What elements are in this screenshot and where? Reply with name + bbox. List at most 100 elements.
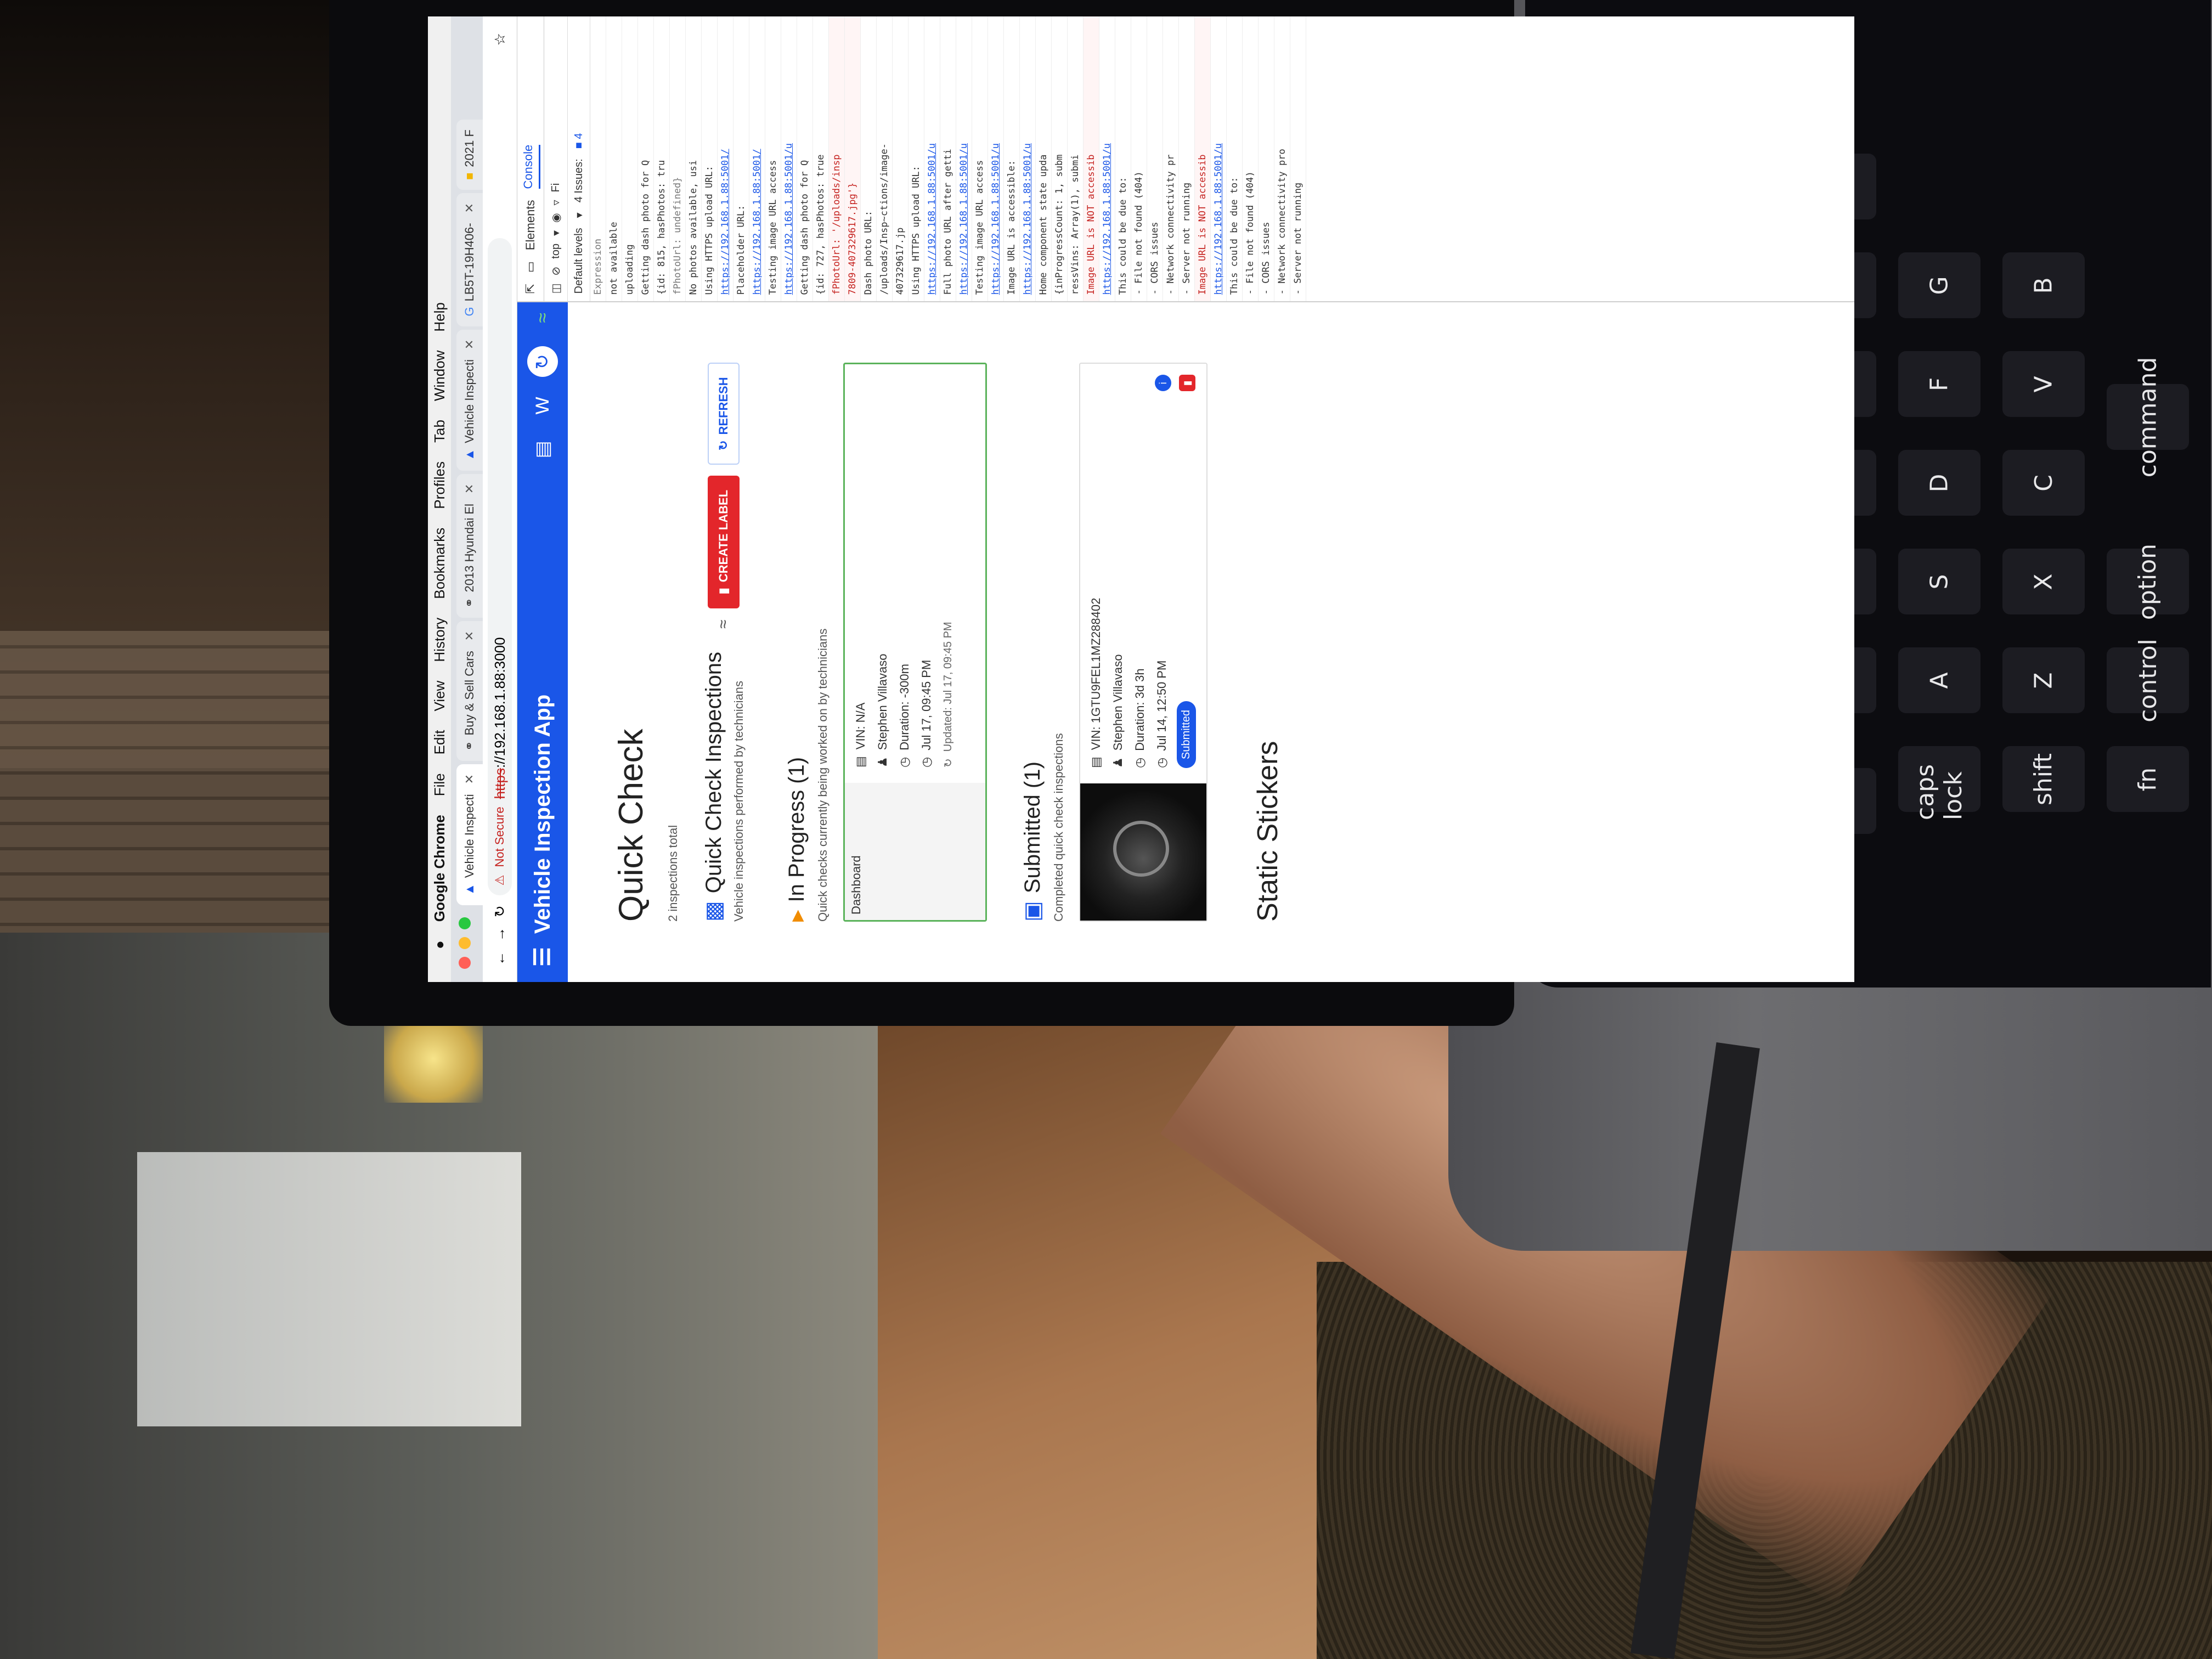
issues-label[interactable]: 4 Issues: — [573, 159, 585, 202]
apple-logo-icon[interactable]: ● — [431, 940, 448, 949]
refresh-button[interactable]: ↻ REFRESH — [708, 363, 740, 465]
clock-icon: ◷ — [1133, 757, 1147, 768]
document-list-icon[interactable]: ▤ — [527, 434, 558, 465]
clock-icon: ◷ — [898, 757, 911, 768]
tab-favicon-icon: ⚭ — [462, 741, 476, 751]
filter-icon[interactable]: ▿ — [549, 200, 563, 205]
context-select[interactable]: top — [550, 244, 562, 259]
tab-vehicle-inspection[interactable]: ▲ Vehicle Inspecti ✕ — [456, 764, 483, 905]
tab-lb5t[interactable]: G LB5T-19H406- ✕ — [456, 193, 483, 326]
console-line[interactable]: https://192.168.1.88:5001/u — [781, 16, 797, 302]
console-line[interactable]: https://192.168.1.88:5001/ — [749, 16, 765, 302]
console-line[interactable]: https://192.168.1.88:5001/u — [1211, 16, 1227, 302]
user-initial[interactable]: W — [527, 390, 558, 421]
console-line[interactable]: https://192.168.1.88:5001/u — [1020, 16, 1036, 302]
create-label-button[interactable]: ▮ CREATE LABEL — [708, 475, 740, 609]
info-icon[interactable]: i — [1155, 375, 1171, 392]
not-secure-warning-icon[interactable]: ⚠ — [493, 874, 507, 885]
sidebar-toggle-icon[interactable]: ◫ — [549, 284, 563, 294]
console-line[interactable]: https://192.168.1.88:5001/u — [988, 16, 1004, 302]
devtools-tab-console[interactable]: Console — [521, 144, 540, 189]
console-line[interactable]: https://192.168.1.88:5001/ — [718, 16, 733, 302]
close-tab-icon[interactable]: ✕ — [462, 774, 477, 784]
tab-2021[interactable]: ■ 2021 F — [456, 120, 483, 190]
filter-input[interactable]: Fi — [550, 183, 562, 193]
submitted-card[interactable]: ▤ VIN: 1GTU9FEL1MZ288402 ♟ Stephen Villava… — [1079, 363, 1207, 922]
url-host: ://192.168.1.88:3000 — [491, 637, 508, 769]
back-arrow-icon[interactable]: ← — [492, 951, 509, 966]
issues-count: 4 — [572, 133, 585, 139]
close-tab-icon[interactable]: ✕ — [462, 203, 477, 213]
menu-hamburger-icon[interactable]: ☰ — [530, 947, 555, 967]
key-label: fn — [2134, 767, 2162, 791]
menu-edit[interactable]: Edit — [431, 730, 448, 755]
console-line: - Network connectivity pro — [1274, 16, 1290, 302]
console-line: 7809-407329617.jpg'} — [845, 16, 861, 302]
not-secure-label[interactable]: Not Secure — [493, 806, 507, 867]
console-line: Full photo URL after getti — [940, 16, 956, 302]
lamp — [384, 1015, 483, 1103]
menu-window[interactable]: Window — [431, 351, 448, 401]
close-tab-icon[interactable]: ✕ — [462, 484, 477, 494]
sync-icon[interactable]: ↻ — [527, 346, 558, 377]
reload-icon[interactable]: ↻ — [492, 905, 509, 917]
tab-hyundai[interactable]: ⚭ 2013 Hyundai El ✕ — [456, 473, 483, 618]
console-output[interactable]: Expression not available uploading Getting … — [590, 16, 1306, 302]
menubar-app-name[interactable]: Google Chrome — [431, 815, 448, 922]
dashboard-photo — [1080, 783, 1206, 921]
forward-arrow-icon[interactable]: → — [492, 927, 509, 941]
tab-vehicle-inspection-2[interactable]: ▲ Vehicle Inspecti ✕ — [456, 329, 483, 471]
menu-tab[interactable]: Tab — [431, 420, 448, 443]
console-line[interactable]: https://192.168.1.88:5001/u — [1099, 16, 1115, 302]
keyboard-key: shift — [2002, 746, 2085, 812]
device-toolbar-icon[interactable]: ▭ — [523, 261, 538, 273]
minimize-window-button[interactable] — [459, 937, 471, 949]
menu-help[interactable]: Help — [431, 302, 448, 331]
date-text: Jul 14, 12:50 PM — [1155, 660, 1169, 751]
console-line: fPhotoUrl: '/uploads/insp — [829, 16, 845, 302]
chevron-down-icon[interactable]: ▾ — [549, 230, 563, 236]
menu-view[interactable]: View — [431, 681, 448, 712]
tab-buy-sell-cars[interactable]: ⚭ Buy & Sell Cars ✕ — [456, 620, 483, 761]
devtools-tab-elements[interactable]: Elements — [523, 200, 538, 250]
technician-line: ♟ Stephen Villavaso — [1111, 598, 1125, 768]
vin-text: VIN: N/A — [854, 702, 867, 750]
page-area: ☰ Vehicle Inspection App ▤ W ↻ ≈ Quick C… — [517, 16, 1854, 982]
tab-title: Buy & Sell Cars — [462, 651, 476, 736]
keyboard-key: control — [2107, 639, 2189, 722]
close-window-button[interactable] — [459, 957, 471, 969]
console-line: Image URL is accessible: — [1004, 16, 1020, 302]
console-line[interactable]: https://192.168.1.88:5001/u — [956, 16, 972, 302]
menu-file[interactable]: File — [431, 773, 448, 796]
keyboard-key: B — [2002, 252, 2085, 318]
bookmark-star-icon[interactable]: ☆ — [492, 33, 509, 46]
console-toolbar: ◫ ⊘ top ▾ ◉ ▿ Fi — [544, 16, 568, 302]
menu-profiles[interactable]: Profiles — [431, 461, 448, 509]
clear-console-icon[interactable]: ⊘ — [549, 267, 563, 276]
chevron-down-icon[interactable]: ▾ — [572, 212, 586, 218]
levels-select[interactable]: Default levels — [573, 228, 585, 294]
console-line: Placeholder URL: — [733, 16, 749, 302]
inspect-element-icon[interactable]: ⇱ — [523, 284, 538, 294]
url-omnibox[interactable]: ⚠ Not Secure https://192.168.1.88:3000 — [488, 238, 512, 896]
menu-history[interactable]: History — [431, 618, 448, 662]
eye-icon[interactable]: ◉ — [549, 213, 563, 222]
menu-bookmarks[interactable]: Bookmarks — [431, 528, 448, 599]
address-bar: ← → ↻ ⚠ Not Secure https://192.168.1.88:… — [483, 16, 517, 982]
in-progress-card[interactable]: Dashboard ▤ VIN: N/A ♟ Stephen Villavaso ◷… — [843, 363, 987, 922]
devtools-tabs: ⇱ ▭ Elements Console — [517, 16, 544, 302]
console-line: /uploads/Insp~ctions/image- — [877, 16, 893, 302]
issues-count-badge[interactable]: ■ 4 — [573, 133, 585, 149]
console-line[interactable]: https://192.168.1.88:5001/u — [924, 16, 940, 302]
key-label: F — [1925, 377, 1954, 391]
label-icon[interactable]: ▮ — [1179, 375, 1195, 392]
close-tab-icon[interactable]: ✕ — [462, 631, 477, 641]
technician-text: Stephen Villavaso — [1111, 654, 1125, 751]
key-label: V — [2029, 375, 2058, 393]
clock-icon: ◷ — [919, 757, 933, 768]
console-line: - Network connectivity pr — [1163, 16, 1179, 302]
zoom-window-button[interactable] — [459, 917, 471, 929]
vin-line: ▤ VIN: 1GTU9FEL1MZ288402 — [1089, 598, 1103, 768]
close-tab-icon[interactable]: ✕ — [462, 340, 477, 349]
url-text[interactable]: https://192.168.1.88:3000 — [492, 637, 509, 799]
